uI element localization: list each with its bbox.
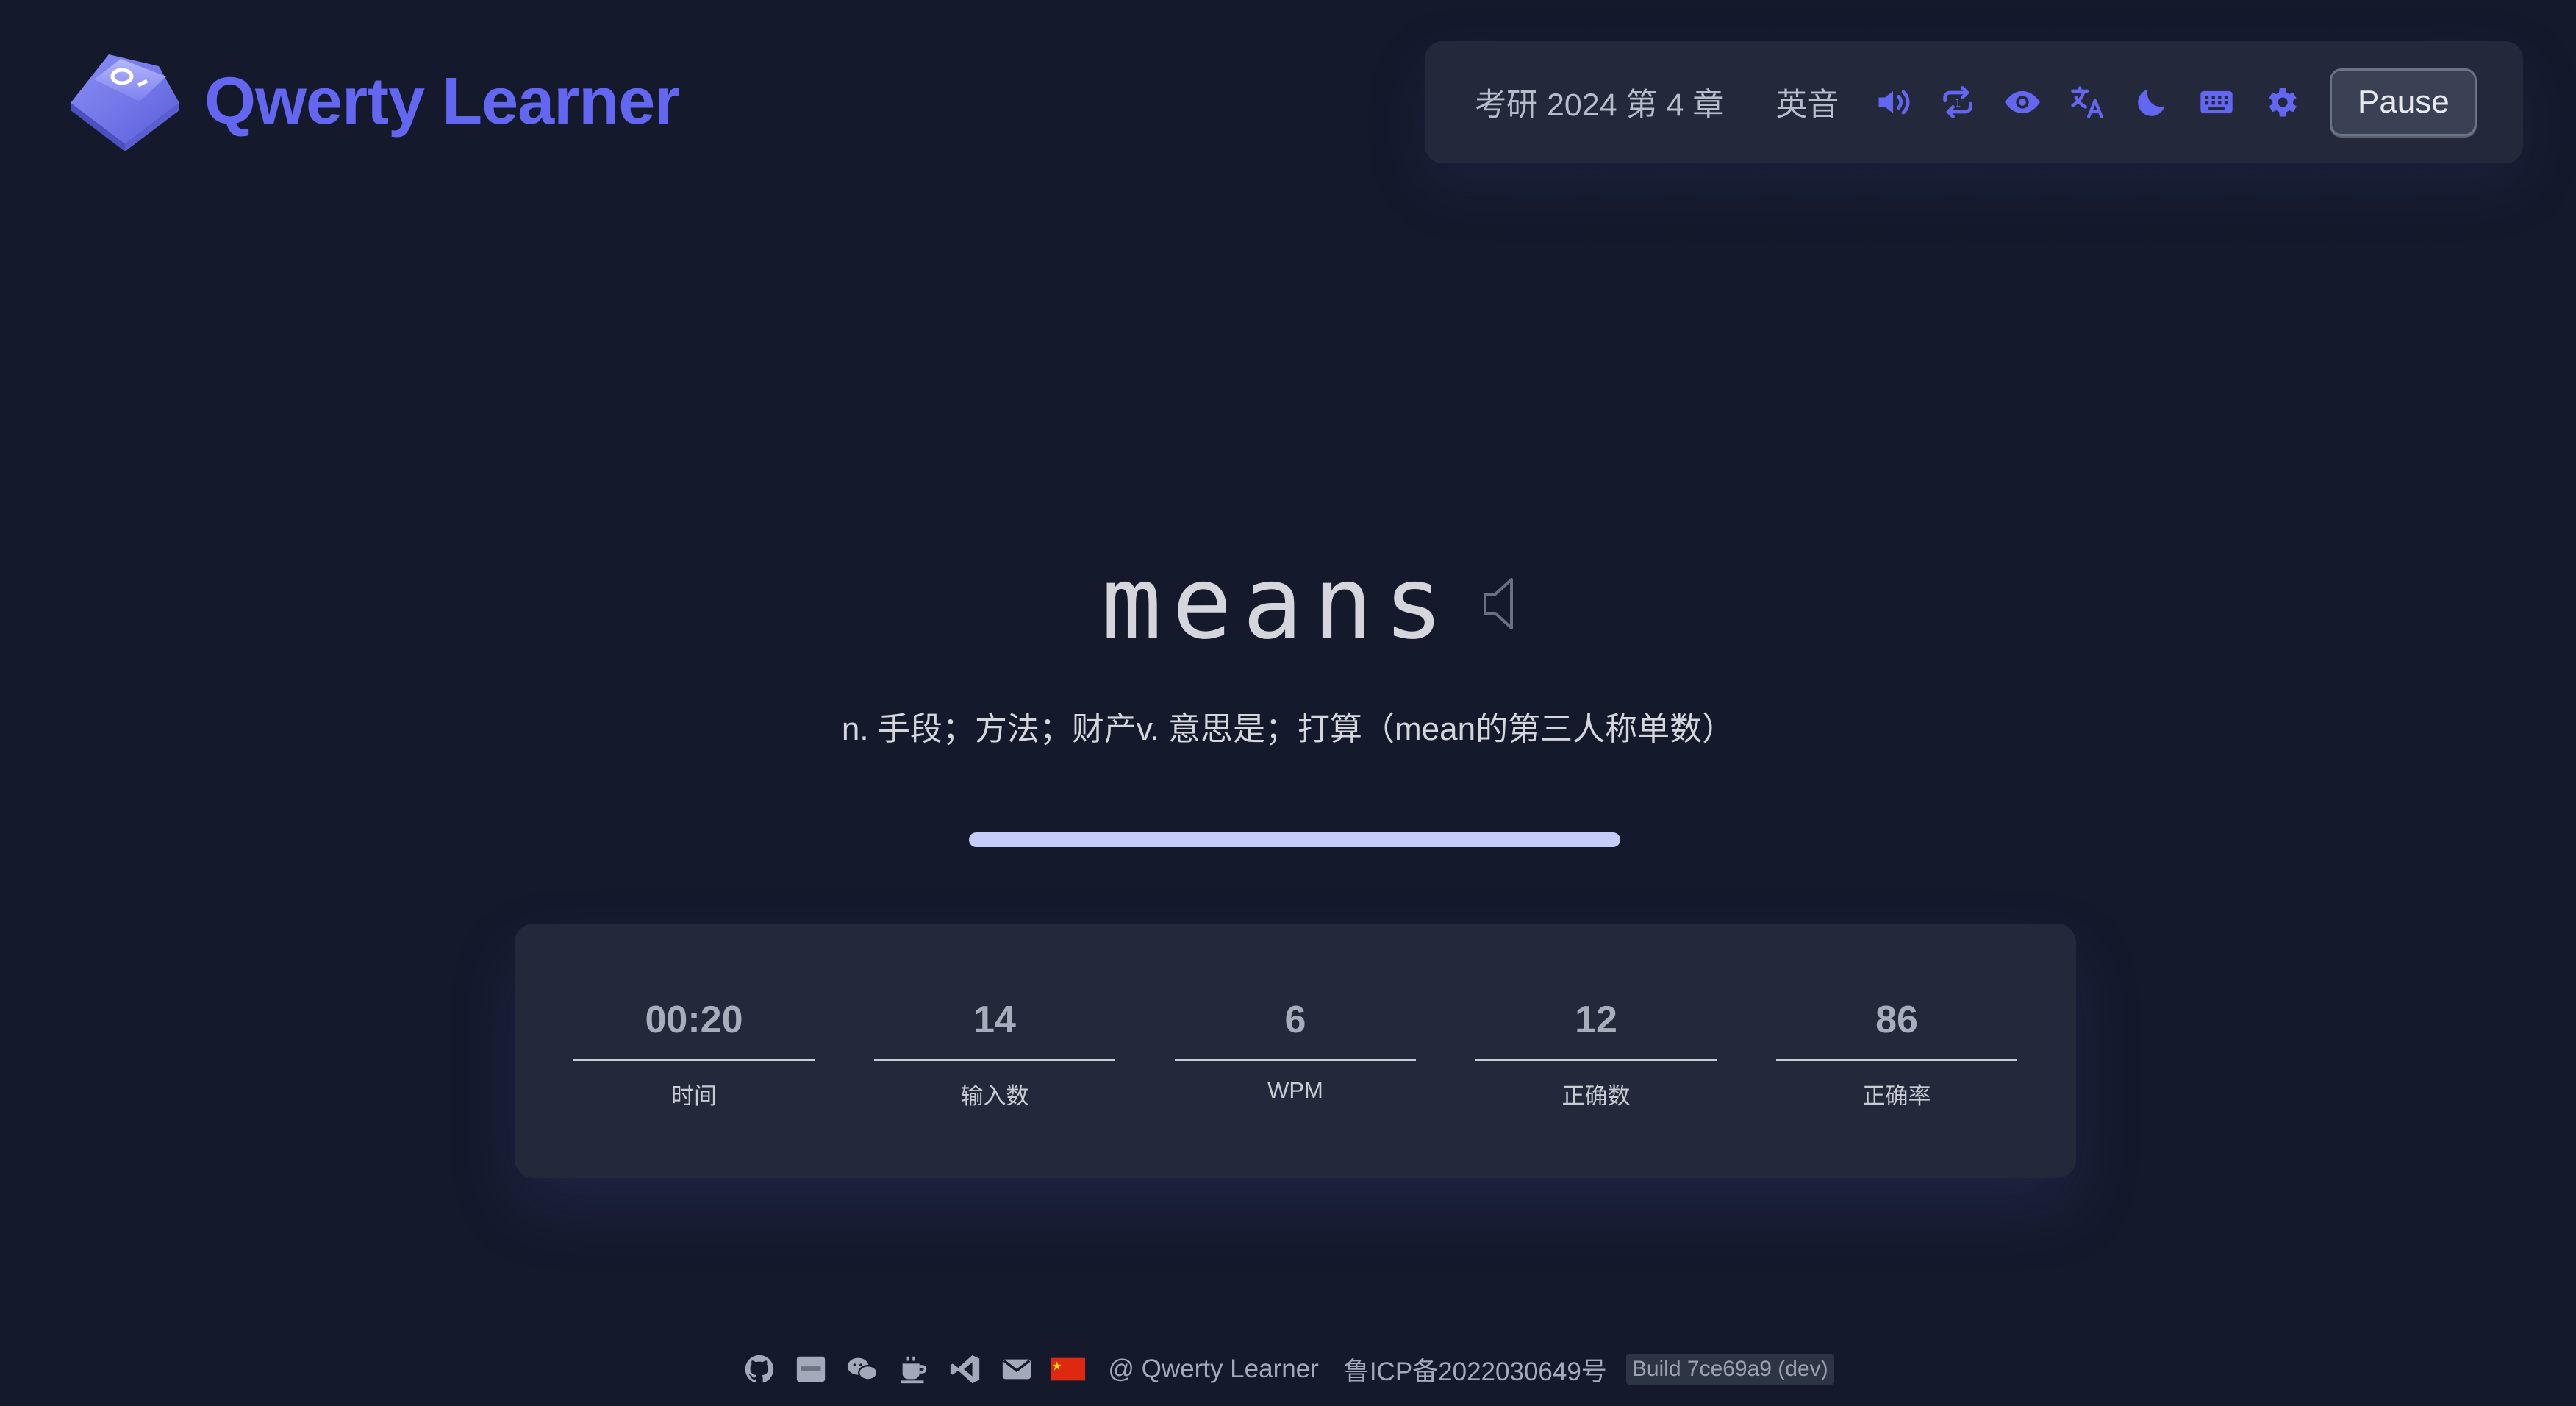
footer: @ Qwerty Learner 鲁ICP备2022030649号 Build … — [0, 1350, 2576, 1388]
dictionary-chapter-select[interactable]: 考研 2024 第 4 章 — [1475, 79, 1724, 125]
current-word: means — [1101, 546, 1454, 662]
stats-panel: 00:20 时间 14 输入数 6 WPM 12 正确数 86 正确率 — [515, 924, 2076, 1178]
svg-text:1: 1 — [1955, 97, 1962, 110]
stat-value: 6 — [1284, 999, 1306, 1041]
build-badge[interactable]: Build 7ce69a9 (dev) — [1625, 1354, 1834, 1385]
stat-correct-count: 12 正确数 — [1475, 924, 1717, 1178]
mail-icon[interactable] — [999, 1352, 1034, 1387]
stat-divider — [874, 1059, 1115, 1061]
stat-divider — [1776, 1059, 2017, 1061]
pronunciation-select[interactable]: 英音 — [1775, 79, 1839, 125]
app-logo[interactable]: Qwerty Learner — [65, 50, 680, 153]
eye-icon[interactable] — [2003, 83, 2042, 121]
wechat-icon[interactable] — [845, 1352, 880, 1387]
stat-value: 12 — [1575, 999, 1617, 1041]
stat-label: 输入数 — [960, 1083, 1029, 1109]
stat-label: 时间 — [671, 1083, 717, 1109]
keycap-logo-icon — [71, 54, 179, 151]
github-icon[interactable] — [742, 1352, 777, 1387]
loop-icon[interactable]: 1 — [1939, 83, 1977, 121]
badge-icon[interactable] — [793, 1352, 829, 1387]
coffee-icon[interactable] — [896, 1352, 931, 1387]
gear-icon[interactable] — [2262, 83, 2300, 121]
stat-accuracy: 86 正确率 — [1776, 924, 2017, 1178]
word-speaker-icon[interactable] — [1481, 572, 1526, 635]
app-name: Qwerty Learner — [204, 64, 680, 138]
stat-value: 00:20 — [645, 999, 743, 1041]
stat-input-count: 14 输入数 — [874, 924, 1115, 1178]
stat-time: 00:20 时间 — [573, 924, 815, 1178]
stat-label: WPM — [1267, 1077, 1323, 1103]
stat-value: 86 — [1875, 999, 1918, 1041]
moon-icon[interactable] — [2133, 83, 2171, 121]
pause-button[interactable]: Pause — [2330, 68, 2477, 136]
stat-value: 14 — [973, 999, 1016, 1041]
keyboard-icon[interactable] — [2197, 83, 2236, 121]
word-progress-bar — [969, 832, 1620, 847]
word-translation: n. 手段；方法；财产v. 意思是；打算（mean的第三人称单数） — [841, 711, 1735, 747]
toolbar: 考研 2024 第 4 章 英音 1 Pause — [1425, 41, 2523, 163]
stat-divider — [1475, 1059, 1717, 1061]
footer-credit[interactable]: @ Qwerty Learner — [1108, 1355, 1318, 1384]
vscode-icon[interactable] — [948, 1352, 983, 1387]
translate-icon[interactable] — [2068, 83, 2106, 121]
speaker-icon[interactable] — [1874, 83, 1912, 121]
word-display: means — [0, 546, 2576, 662]
footer-icp[interactable]: 鲁ICP备2022030649号 — [1344, 1351, 1607, 1388]
china-flag-icon[interactable] — [1051, 1352, 1086, 1387]
stat-label: 正确率 — [1862, 1083, 1931, 1109]
stat-divider — [573, 1059, 815, 1061]
stat-divider — [1175, 1059, 1416, 1061]
stat-label: 正确数 — [1561, 1083, 1631, 1109]
stat-wpm: 6 WPM — [1175, 924, 1416, 1178]
